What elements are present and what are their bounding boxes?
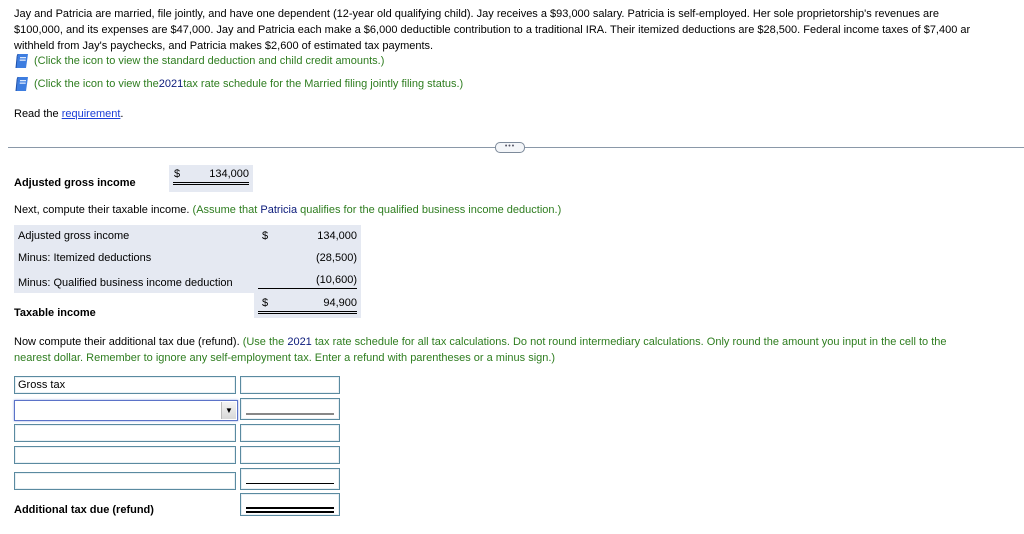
read-requirement: Read the requirement. [14,108,123,120]
agi-summary-currency: $ [174,168,181,180]
credit-type-select[interactable]: ▼ [14,400,238,421]
tax-year: 2021 [287,336,312,348]
problem-statement: Jay and Patricia are married, file joint… [14,6,1024,54]
standard-deduction-link-text: (Click the icon to view the standard ded… [34,55,385,67]
taxable-row-currency: $ [262,230,269,242]
taxable-row-value: (10,600) [316,274,357,286]
taxable-income-label: Taxable income [14,307,96,319]
agi-summary-value: 134,000 [209,168,249,180]
taxable-row-label: Minus: Qualified business income deducti… [18,277,233,289]
tax-due-instruction: Now compute their additional tax due (re… [14,334,1014,366]
hint-before: (Use the [242,336,288,348]
row4-label-input[interactable] [14,446,236,464]
book-icon[interactable] [14,76,30,92]
hint-after: qualifies for the qualified business inc… [297,204,562,216]
instruction-prefix: Now compute their additional tax due (re… [14,336,243,348]
tax-rate-link-text-after: tax rate schedule for the Married filing… [183,78,464,90]
problem-line: $100,000, and its expenses are $47,000. … [14,24,971,36]
agi-summary-label: Adjusted gross income [14,177,136,189]
tax-year: 2021 [158,78,184,90]
read-prefix: Read the [14,108,62,120]
read-suffix: . [120,108,124,120]
row4-amount-input[interactable] [240,446,340,464]
gross-tax-label: Gross tax [18,379,66,391]
agi-summary-cell: $ 134,000 [169,165,253,192]
taxable-row-value: (28,500) [316,252,357,264]
gross-tax-amount-input[interactable] [240,376,340,394]
row5-label-input[interactable] [14,472,236,490]
problem-line: Jay and Patricia are married, file joint… [14,8,939,20]
taxable-income-value: 94,900 [323,297,357,309]
taxable-income-currency: $ [262,297,269,309]
additional-tax-due-input[interactable] [240,493,340,516]
taxable-row-label: Minus: Itemized deductions [18,252,152,264]
tax-rate-schedule-link-row[interactable]: (Click the icon to view the 2021 tax rat… [14,75,463,93]
hint-line1: tax rate schedule for all tax calculatio… [311,336,947,348]
standard-deduction-link-row[interactable]: (Click the icon to view the standard ded… [14,52,384,70]
instruction-prefix: Next, compute their taxable income. [14,204,193,216]
hint-name: Patricia [260,204,298,216]
row5-amount-input[interactable] [240,468,340,490]
taxable-row-label: Adjusted gross income [18,230,130,242]
book-icon[interactable] [14,53,30,69]
row3-amount-input[interactable] [240,424,340,442]
tax-rate-link-text-before: (Click the icon to view the [34,78,159,90]
row2-amount-input[interactable] [240,398,340,420]
expand-more-button[interactable]: ••• [495,142,525,153]
gross-tax-label-field[interactable]: Gross tax [14,376,236,394]
hint-line2: nearest dollar. Remember to ignore any s… [14,352,556,364]
taxable-income-instruction: Next, compute their taxable income. (Ass… [14,204,561,216]
requirement-link[interactable]: requirement [62,108,121,120]
hint-before: (Assume that [192,204,261,216]
additional-tax-due-label: Additional tax due (refund) [14,504,154,516]
row3-label-input[interactable] [14,424,236,442]
taxable-row-value: 134,000 [317,230,357,242]
chevron-down-icon[interactable]: ▼ [221,402,236,419]
